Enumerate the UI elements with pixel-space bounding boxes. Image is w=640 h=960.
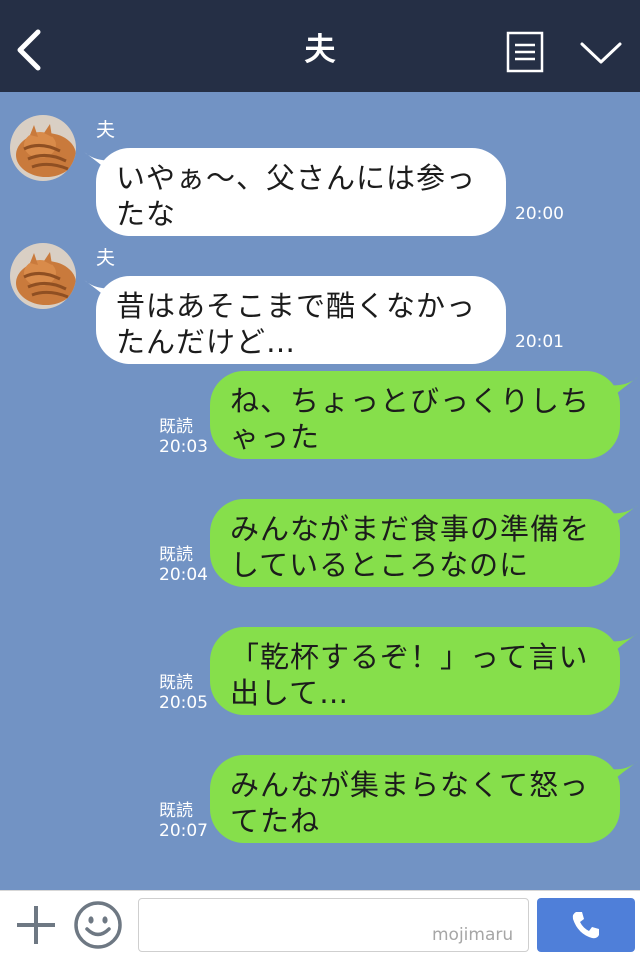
- add-button[interactable]: [14, 903, 58, 947]
- message-bubble-outgoing[interactable]: みんながまだ食事の準備を しているところなのに: [210, 499, 620, 587]
- chat-title: 夫: [304, 32, 336, 68]
- read-receipt: 既読: [159, 417, 193, 437]
- sender-name: 夫: [96, 119, 116, 141]
- read-receipt: 既読: [159, 673, 193, 693]
- phone-icon: [572, 912, 599, 939]
- message-bubble-outgoing[interactable]: みんなが集まらなくて怒っ てたね: [210, 755, 620, 843]
- back-button[interactable]: [10, 22, 54, 78]
- chevron-left-icon: [17, 29, 41, 71]
- read-receipt: 既読: [159, 545, 193, 565]
- message-time: 20:05: [159, 693, 208, 713]
- message-time: 20:07: [159, 821, 208, 841]
- watermark: mojimaru: [432, 925, 514, 945]
- message-meta: 既読 20:05: [159, 673, 209, 713]
- chevron-down-icon: [580, 42, 622, 64]
- call-button[interactable]: [537, 898, 635, 952]
- message-time: 20:01: [515, 332, 564, 352]
- smiley-icon: [74, 901, 122, 949]
- message-meta: 既読 20:04: [159, 545, 209, 585]
- read-receipt: 既読: [159, 801, 193, 821]
- message-meta: 既読 20:07: [159, 801, 209, 841]
- chat-header: 夫: [0, 0, 640, 92]
- plus-icon: [17, 906, 55, 944]
- input-bar: mojimaru: [0, 890, 640, 960]
- emoji-button[interactable]: [73, 900, 123, 950]
- message-meta: 既読 20:03: [159, 417, 209, 457]
- message-bubble-outgoing[interactable]: ね、ちょっとびっくりしち ゃった: [210, 371, 620, 459]
- list-icon: [506, 31, 544, 73]
- message-bubble-incoming[interactable]: いやぁ〜、父さんには参っ たな: [96, 148, 506, 236]
- message-bubble-outgoing[interactable]: 「乾杯するぞ！」って言い 出して…: [210, 627, 620, 715]
- chat-area[interactable]: 夫 いやぁ〜、父さんには参っ たな 20:00 夫 昔はあそこまで酷くなかっ た…: [0, 92, 640, 890]
- message-time: 20:03: [159, 437, 208, 457]
- sender-name: 夫: [96, 247, 116, 269]
- message-time: 20:04: [159, 565, 208, 585]
- avatar[interactable]: [10, 243, 76, 309]
- collapse-button[interactable]: [578, 38, 624, 68]
- avatar[interactable]: [10, 115, 76, 181]
- menu-button[interactable]: [506, 31, 544, 73]
- message-time: 20:00: [515, 204, 564, 224]
- message-bubble-incoming[interactable]: 昔はあそこまで酷くなかっ たんだけど…: [96, 276, 506, 364]
